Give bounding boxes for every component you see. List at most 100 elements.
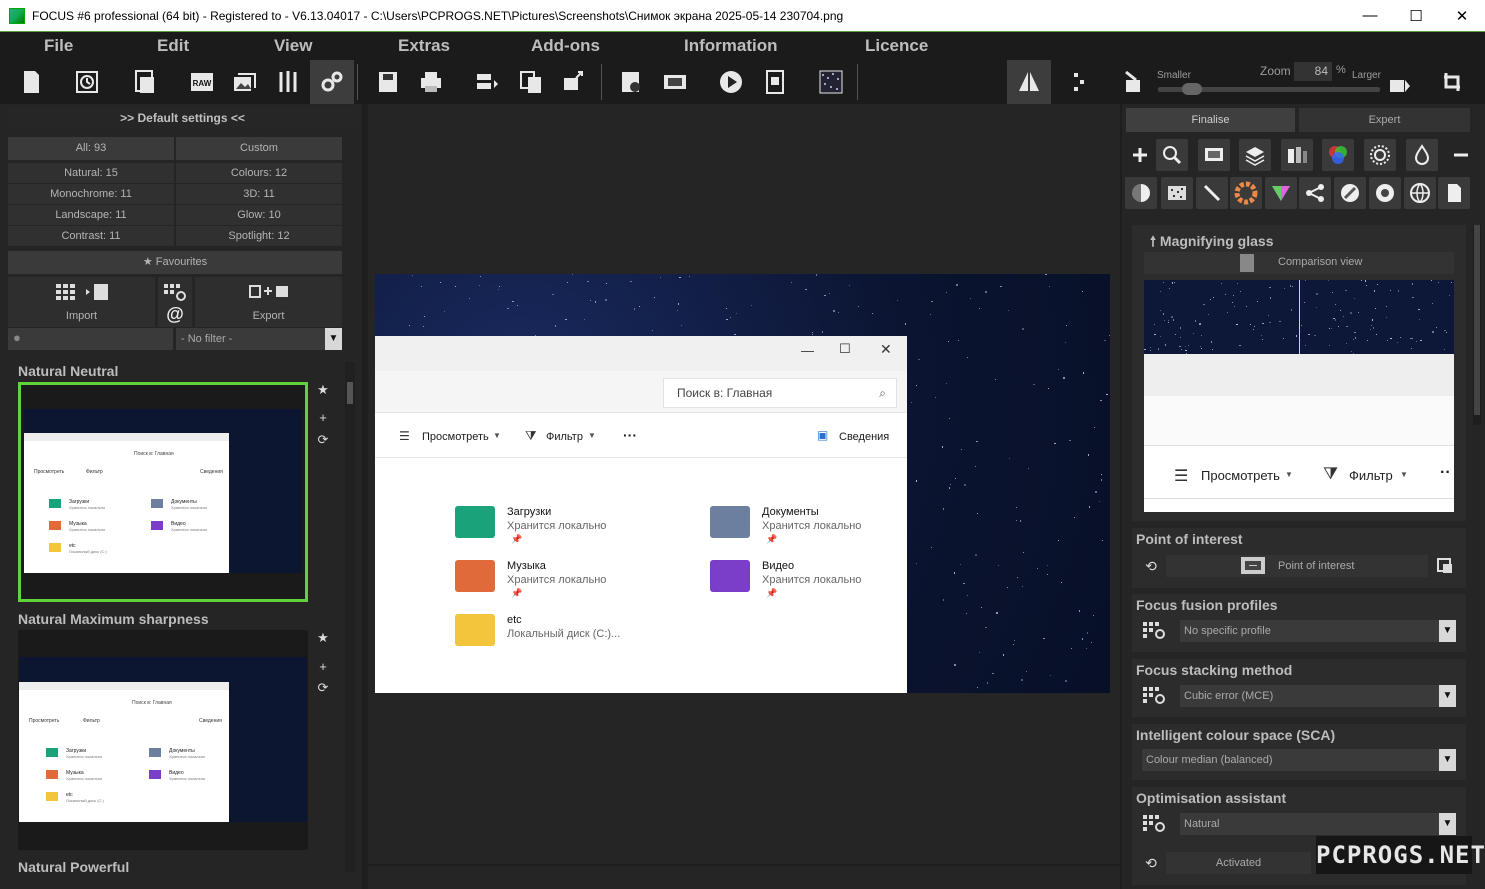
- category-custom[interactable]: Custom: [176, 137, 342, 160]
- preset-thumbnail[interactable]: Поиск в: Главная Просмотреть Фильтр Свед…: [18, 630, 308, 850]
- chevron-down-icon[interactable]: ▼: [1439, 749, 1456, 771]
- noise-dots-icon[interactable]: [1161, 177, 1193, 209]
- preset-search-input[interactable]: ●: [8, 328, 173, 350]
- maximize-button[interactable]: ☐: [1393, 0, 1439, 31]
- focus-stacking-dropdown[interactable]: Cubic error (MCE) ▼: [1180, 685, 1456, 707]
- email-button[interactable]: @: [158, 277, 192, 327]
- preset-filter-dropdown[interactable]: - No filter - ▼: [176, 328, 342, 350]
- globe-icon[interactable]: [1404, 177, 1436, 209]
- favourite-star-icon[interactable]: ★: [315, 630, 331, 646]
- activated-button[interactable]: Activated: [1166, 852, 1311, 874]
- presets-header[interactable]: >> Default settings <<: [6, 107, 359, 129]
- aperture-icon[interactable]: [1369, 177, 1401, 209]
- print-icon[interactable]: [409, 60, 453, 104]
- minus-icon[interactable]: [1445, 139, 1477, 171]
- menu-addons[interactable]: Add-ons: [531, 36, 600, 56]
- plus-icon[interactable]: [1124, 139, 1156, 171]
- export-multi-icon[interactable]: [465, 60, 509, 104]
- brush-circle-icon[interactable]: [1334, 177, 1366, 209]
- category-monochrome[interactable]: Monochrome: 11: [8, 184, 174, 204]
- category-natural[interactable]: Natural: 15: [8, 163, 174, 183]
- save-icon[interactable]: [366, 60, 410, 104]
- menu-view[interactable]: View: [274, 36, 312, 56]
- menu-extras[interactable]: Extras: [398, 36, 450, 56]
- exposure-bracket-icon[interactable]: [1281, 139, 1313, 171]
- rotate-icon[interactable]: [1430, 60, 1474, 104]
- noise-pattern-icon[interactable]: [809, 60, 853, 104]
- favourite-star-icon[interactable]: ★: [315, 382, 331, 398]
- grid-search-icon[interactable]: [1142, 813, 1168, 835]
- monitor-icon[interactable]: [1198, 139, 1230, 171]
- focus-fusion-dropdown[interactable]: No specific profile ▼: [1180, 620, 1456, 642]
- layers-icon[interactable]: [1239, 139, 1271, 171]
- raw-icon[interactable]: RAW: [180, 60, 224, 104]
- presets-scrollbar[interactable]: [345, 362, 355, 872]
- magnifier-icon[interactable]: [1156, 139, 1188, 171]
- lens-dial-icon[interactable]: [1364, 139, 1396, 171]
- chevron-down-icon[interactable]: ▼: [1439, 813, 1456, 835]
- open-list-icon[interactable]: [123, 60, 167, 104]
- optimisation-dropdown[interactable]: Natural ▼: [1180, 813, 1456, 835]
- import-button[interactable]: Import: [8, 277, 155, 327]
- category-glow[interactable]: Glow: 10: [176, 205, 342, 225]
- tab-expert[interactable]: Expert: [1299, 108, 1470, 132]
- brushes-icon[interactable]: [266, 60, 310, 104]
- new-file-icon[interactable]: [9, 60, 53, 104]
- export-button[interactable]: Export: [195, 277, 342, 327]
- zoom-slider-handle[interactable]: [1182, 83, 1203, 95]
- category-spotlight[interactable]: Spotlight: 12: [176, 226, 342, 246]
- zoom-in-icon[interactable]: [1377, 60, 1421, 104]
- menu-file[interactable]: File: [44, 36, 73, 56]
- menu-edit[interactable]: Edit: [157, 36, 189, 56]
- chevron-down-icon[interactable]: ▼: [1439, 685, 1456, 707]
- half-circle-icon[interactable]: [1125, 177, 1157, 209]
- image-stack-icon[interactable]: [223, 60, 267, 104]
- refresh-icon[interactable]: ⟳: [315, 432, 331, 448]
- menu-licence[interactable]: Licence: [865, 36, 928, 56]
- prism-icon[interactable]: [1265, 177, 1297, 209]
- category-contrast[interactable]: Contrast: 11: [8, 226, 174, 246]
- scrollbar-thumb[interactable]: [1474, 225, 1480, 415]
- node-icon[interactable]: [1299, 177, 1331, 209]
- add-icon[interactable]: +: [315, 659, 331, 675]
- share-icon[interactable]: [552, 60, 596, 104]
- grid-search-icon[interactable]: [1142, 685, 1168, 707]
- color-wheel-icon[interactable]: [1230, 177, 1262, 209]
- minimize-button[interactable]: —: [1347, 0, 1393, 31]
- menu-information[interactable]: Information: [684, 36, 778, 56]
- preset-thumbnail-selected[interactable]: Поиск в: Главная Просмотреть Фильтр Свед…: [18, 382, 308, 602]
- play-icon[interactable]: [709, 60, 753, 104]
- document-icon[interactable]: [753, 60, 797, 104]
- colour-space-dropdown[interactable]: Colour median (balanced) ▼: [1142, 749, 1456, 771]
- comparison-view-row[interactable]: Comparison view: [1144, 252, 1454, 274]
- poi-settings-icon[interactable]: [1432, 555, 1458, 577]
- settings-gears-icon[interactable]: [310, 60, 354, 104]
- poi-button[interactable]: Point of interest: [1166, 555, 1428, 577]
- settings-scrollbar[interactable]: [1473, 225, 1481, 425]
- wand-icon[interactable]: [1196, 177, 1228, 209]
- chevron-down-icon[interactable]: ▼: [325, 328, 342, 350]
- reset-icon[interactable]: ⟲: [1138, 555, 1164, 577]
- chevron-down-icon[interactable]: ▼: [1439, 620, 1456, 642]
- file-icon[interactable]: [1438, 177, 1470, 209]
- history-icon[interactable]: [65, 60, 109, 104]
- add-icon[interactable]: +: [315, 410, 331, 426]
- close-button[interactable]: ✕: [1439, 0, 1485, 31]
- reset-icon[interactable]: ⟲: [1138, 852, 1164, 874]
- save-as-icon[interactable]: [609, 60, 653, 104]
- compare-icon[interactable]: [1007, 60, 1051, 104]
- filmstrip-icon[interactable]: [653, 60, 697, 104]
- color-circles-icon[interactable]: [1322, 139, 1354, 171]
- category-all[interactable]: All: 93: [8, 137, 174, 160]
- zoom-value-input[interactable]: 84: [1294, 62, 1332, 81]
- category-3d[interactable]: 3D: 11: [176, 184, 342, 204]
- refresh-icon[interactable]: ⟳: [315, 680, 331, 696]
- zoom-out-icon[interactable]: [1113, 60, 1157, 104]
- grid-search-icon[interactable]: [1142, 620, 1168, 642]
- category-colours[interactable]: Colours: 12: [176, 163, 342, 183]
- drop-icon[interactable]: [1406, 139, 1438, 171]
- split-view-icon[interactable]: [1056, 60, 1100, 104]
- favourites-button[interactable]: ★ Favourites: [8, 251, 342, 274]
- tab-finalise[interactable]: Finalise: [1126, 108, 1295, 132]
- copy-icon[interactable]: [509, 60, 553, 104]
